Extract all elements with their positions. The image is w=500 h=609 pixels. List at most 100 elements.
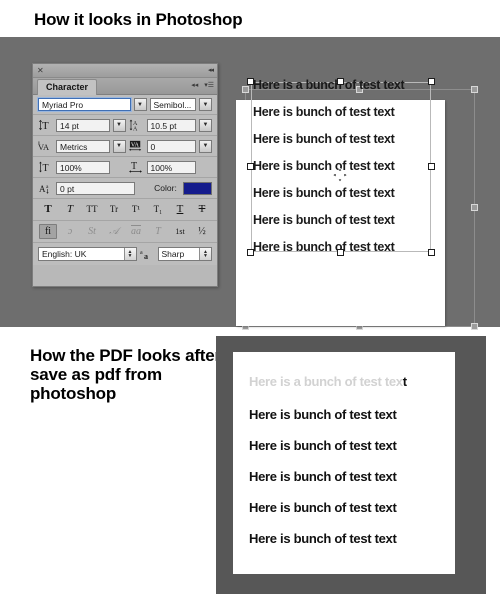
stepper-icon[interactable]: ▲ ▼ — [123, 248, 136, 260]
pdf-page: Here is a bunch of test text Here is bun… — [233, 352, 455, 574]
titling-alternates-button[interactable]: T — [149, 224, 167, 239]
horizontal-scale-field[interactable]: 100% — [146, 160, 196, 174]
character-panel[interactable]: ✕ ◂◂ Character ◂◂ ▾☰ Myriad Pro ▼ Semibo… — [32, 63, 218, 287]
close-icon[interactable]: ✕ — [37, 66, 44, 75]
baseline-color-row: A a 0 pt Color: — [33, 178, 217, 199]
svg-text:T: T — [131, 161, 137, 172]
pdf-text-line: Here is bunch of test text — [249, 531, 397, 546]
move-cursor — [332, 167, 348, 183]
kerning-tracking-row: VA Metrics ▼ VA 0 ▼ — [33, 136, 217, 157]
font-family-field[interactable]: Myriad Pro — [37, 97, 132, 112]
panel-body: Myriad Pro ▼ Semibol... ▼ T 14 pt ▼ A A — [33, 95, 217, 265]
panel-menu-icon[interactable]: ▾☰ — [204, 81, 214, 89]
vertical-scale-icon: T — [38, 160, 53, 174]
font-size-field[interactable]: 14 pt — [56, 118, 110, 132]
faux-italic-button[interactable]: T — [61, 202, 79, 217]
pdf-text-line-faded: Here is a bunch of test text — [249, 374, 407, 389]
swash-button[interactable]: 𝒜 — [105, 224, 123, 239]
canvas-text-line: Here is bunch of test text — [253, 159, 395, 173]
standard-ligatures-button[interactable]: fi — [39, 224, 57, 239]
panel-titlebar[interactable]: ✕ ◂◂ — [33, 64, 217, 78]
faux-bold-button[interactable]: T — [39, 202, 57, 217]
text-handle[interactable] — [337, 249, 344, 256]
panel-tabrow[interactable]: Character ◂◂ ▾☰ — [33, 78, 217, 95]
chevron-down-icon[interactable]: ▼ — [199, 118, 212, 132]
ordinals-button[interactable]: 1st — [171, 224, 189, 239]
chevron-down-icon[interactable]: ▼ — [112, 118, 126, 132]
tracking-field[interactable]: 0 — [146, 139, 196, 153]
svg-text:A: A — [133, 127, 138, 132]
kerning-icon: VA — [38, 139, 53, 153]
pdf-text-line: Here is bunch of test text — [249, 438, 397, 453]
collapse-icon[interactable]: ◂◂ — [208, 66, 214, 75]
language-antialias-row: English: UK ▲ ▼ a a Sharp ▲ ▼ — [33, 243, 217, 265]
text-handle[interactable] — [428, 78, 435, 85]
font-size-icon: T — [38, 118, 53, 132]
color-label: Color: — [154, 183, 177, 193]
collapse-icon[interactable]: ◂◂ — [191, 82, 198, 89]
svg-text:T: T — [42, 120, 49, 131]
language-value: English: UK — [42, 249, 87, 259]
small-caps-button[interactable]: Tr — [105, 202, 123, 217]
anti-alias-value: Sharp — [161, 249, 185, 259]
text-handle[interactable] — [337, 78, 344, 85]
font-style-field[interactable]: Semibol... — [149, 98, 196, 111]
canvas-text-line: Here is a bunch of test text — [253, 78, 405, 92]
font-row: Myriad Pro ▼ Semibol... ▼ — [33, 95, 217, 115]
canvas-text-line: Here is bunch of test text — [253, 105, 395, 119]
anti-alias-select[interactable]: Sharp ▲ ▼ — [157, 247, 212, 261]
kerning-field[interactable]: Metrics — [56, 139, 110, 153]
contextual-alternates-button[interactable]: ɔ — [61, 224, 79, 239]
svg-text:a: a — [140, 250, 143, 256]
language-select[interactable]: English: UK ▲ ▼ — [38, 247, 137, 261]
selection-handle[interactable] — [471, 204, 478, 211]
page-title-pdf: How the PDF looks after save as pdf from… — [30, 346, 221, 403]
tab-character[interactable]: Character — [37, 79, 98, 95]
text-handle[interactable] — [247, 163, 254, 170]
chevron-down-icon[interactable]: ▼ — [133, 98, 147, 111]
superscript-button[interactable]: T¹ — [127, 202, 145, 217]
baseline-shift-field[interactable]: 0 pt — [56, 181, 136, 195]
strikethrough-button[interactable]: T — [193, 202, 211, 217]
text-color-swatch[interactable] — [182, 181, 212, 195]
panel-tab-icons[interactable]: ◂◂ ▾☰ — [191, 81, 214, 89]
stepper-icon[interactable]: ▲ ▼ — [199, 248, 211, 260]
svg-text:VA: VA — [130, 142, 139, 148]
subscript-button[interactable]: T₁ — [149, 202, 167, 217]
selection-handle[interactable] — [242, 86, 249, 93]
underline-button[interactable]: T — [171, 202, 189, 217]
selection-handle[interactable] — [471, 86, 478, 93]
text-handle[interactable] — [247, 249, 254, 256]
leading-field[interactable]: 10.5 pt — [146, 118, 196, 132]
svg-text:VA: VA — [38, 142, 50, 152]
text-handle[interactable] — [247, 78, 254, 85]
discretionary-ligatures-button[interactable]: St — [83, 224, 101, 239]
chevron-down-icon[interactable]: ▼ — [199, 98, 212, 111]
pdf-text-line: Here is bunch of test text — [249, 469, 397, 484]
chevron-down-icon[interactable]: ▼ — [112, 139, 126, 153]
chevron-down-icon[interactable]: ▼ — [199, 139, 212, 153]
svg-text:T: T — [42, 163, 48, 173]
canvas-text-line: Here is bunch of test text — [253, 186, 395, 200]
style-buttons-row: T T TT Tr T¹ T₁ T T — [33, 199, 217, 221]
size-leading-row: T 14 pt ▼ A A 10.5 pt ▼ — [33, 115, 217, 136]
opentype-buttons-row: fi ɔ St 𝒜 aa T 1st ½ — [33, 221, 217, 243]
svg-text:A: A — [39, 184, 46, 194]
all-caps-button[interactable]: TT — [83, 202, 101, 217]
baseline-shift-icon: A a — [38, 181, 53, 195]
horizontal-scale-icon: T — [129, 160, 144, 174]
text-handle[interactable] — [428, 249, 435, 256]
pdf-text-line: Here is bunch of test text — [249, 500, 397, 515]
oldstyle-button[interactable]: aa — [127, 224, 145, 239]
canvas-text-line: Here is bunch of test text — [253, 213, 395, 227]
selection-handle[interactable] — [471, 323, 478, 330]
svg-text:a: a — [144, 252, 148, 260]
canvas-text-line: Here is bunch of test text — [253, 132, 395, 146]
text-handle[interactable] — [428, 163, 435, 170]
vertical-scale-field[interactable]: 100% — [56, 160, 110, 174]
fractions-button[interactable]: ½ — [193, 224, 211, 239]
pdf-faded-head: Here is a bunch of test tex — [249, 374, 403, 389]
anti-alias-icon: a a — [140, 247, 155, 261]
text-layer-bounding-box[interactable]: Here is a bunch of test text Here is bun… — [247, 78, 435, 256]
canvas-text-line: Here is bunch of test text — [253, 240, 395, 254]
